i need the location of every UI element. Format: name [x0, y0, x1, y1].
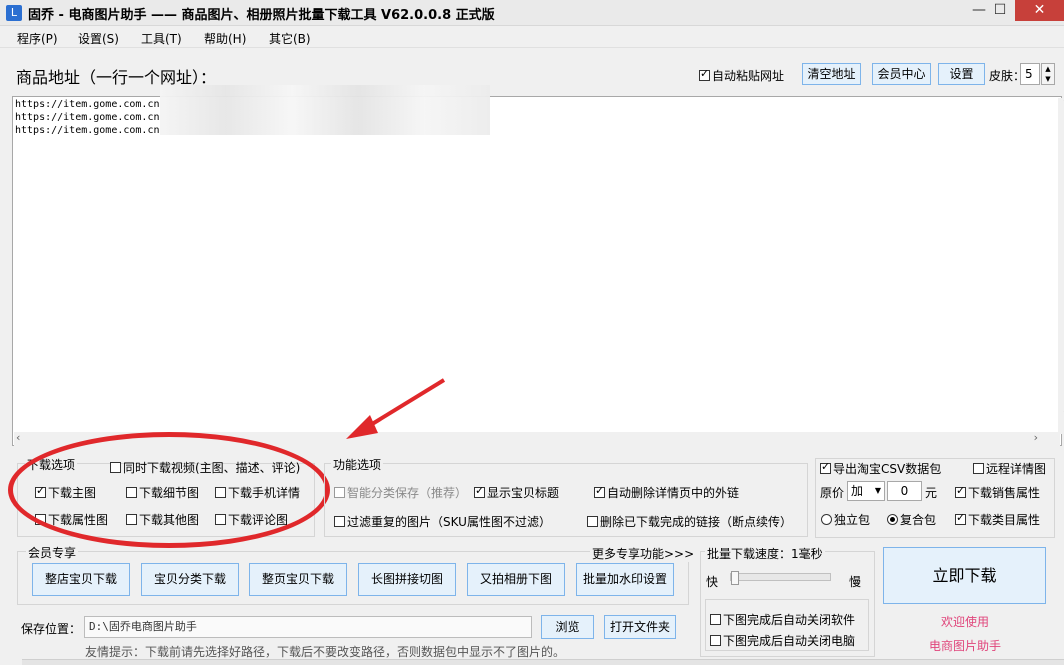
speed-slider[interactable]	[730, 571, 831, 585]
category-download-button[interactable]: 宝贝分类下载	[141, 563, 239, 596]
member-title: 会员专享	[26, 544, 79, 561]
download-now-button[interactable]: 立即下载	[883, 547, 1046, 604]
price-label: 原价	[820, 486, 845, 500]
window-title: 固乔 - 电商图片助手 —— 商品图片、相册照片批量下载工具 V62.0.0.8…	[28, 8, 495, 23]
check-icon	[820, 460, 831, 474]
member-center-button[interactable]: 会员中心	[872, 63, 931, 85]
browse-button[interactable]: 浏览	[541, 615, 594, 639]
smart-save-checkbox[interactable]: 智能分类保存（推荐）	[334, 484, 467, 501]
url-line: https://item.gome.com.cn	[15, 112, 160, 123]
scroll-down-icon[interactable]: ⌄	[1058, 405, 1064, 416]
menu-bar: 程序(P) 设置(S) 工具(T) 帮助(H) 其它(B)	[0, 27, 1064, 48]
spin-up-icon[interactable]: ▲	[1042, 64, 1054, 74]
price-value-input[interactable]: 0	[887, 481, 922, 501]
title-bar: L 固乔 - 电商图片助手 —— 商品图片、相册照片批量下载工具 V62.0.0…	[0, 0, 1064, 26]
auto-delete-links-checkbox[interactable]: 自动删除详情页中的外链	[594, 484, 739, 501]
menu-help[interactable]: 帮助(H)	[204, 30, 246, 47]
menu-program[interactable]: 程序(P)	[17, 30, 58, 47]
check-icon	[594, 484, 605, 498]
welcome-text: 欢迎使用	[941, 615, 990, 629]
check-icon	[699, 67, 710, 81]
shop-download-button[interactable]: 整店宝贝下载	[32, 563, 130, 596]
settings-button[interactable]: 设置	[938, 63, 985, 85]
save-path-input[interactable]: D:\固乔电商图片助手	[84, 616, 532, 638]
auto-close-app-checkbox[interactable]: 下图完成后自动关闭软件	[710, 611, 855, 628]
scroll-up-icon[interactable]: ⌃	[1058, 98, 1064, 109]
speed-label: 批量下载速度：1毫秒	[705, 545, 825, 562]
arrow-shaft	[362, 378, 446, 431]
maximize-button[interactable]: ☐	[983, 0, 1017, 22]
skin-value[interactable]: 5	[1020, 63, 1040, 85]
delete-done-links-checkbox[interactable]: 删除已下载完成的链接（断点续传）	[587, 513, 792, 530]
category-attr-checkbox[interactable]: 下载类目属性	[955, 511, 1040, 528]
redacted-url-area	[160, 85, 490, 135]
feature-options-title: 功能选项	[331, 456, 384, 473]
url-line: https://item.gome.com.cn	[15, 99, 160, 110]
long-image-button[interactable]: 长图拼接切图	[358, 563, 456, 596]
app-icon: L	[6, 5, 22, 21]
check-icon	[474, 484, 485, 498]
slider-thumb[interactable]	[731, 571, 739, 585]
price-op-select[interactable]: 加 ▼	[847, 481, 885, 501]
filter-duplicate-checkbox[interactable]: 过滤重复的图片（SKU属性图不过滤）	[334, 513, 551, 530]
show-title-checkbox[interactable]: 显示宝贝标题	[474, 484, 559, 501]
menu-other[interactable]: 其它(B)	[269, 30, 311, 47]
watermark-settings-button[interactable]: 批量加水印设置	[576, 563, 674, 596]
auto-shutdown-checkbox[interactable]: 下图完成后自动关闭电脑	[710, 632, 855, 649]
composite-radio[interactable]: 复合包	[887, 511, 936, 528]
price-unit: 元	[925, 486, 938, 500]
clear-urls-button[interactable]: 清空地址	[802, 63, 861, 85]
chevron-down-icon: ▼	[874, 486, 881, 495]
more-features-link[interactable]: 更多专享功能>>>	[590, 545, 697, 562]
sales-attr-checkbox[interactable]: 下载销售属性	[955, 484, 1040, 501]
spin-down-icon[interactable]: ▼	[1042, 74, 1054, 84]
arrow-head	[346, 415, 378, 439]
annotation-arrow	[346, 378, 446, 439]
speed-fast-label: 快	[706, 575, 719, 589]
menu-tools[interactable]: 工具(T)	[141, 30, 182, 47]
youpai-album-button[interactable]: 又拍相册下图	[467, 563, 565, 596]
app-name-text: 电商图片助手	[929, 639, 1002, 653]
status-bar	[22, 659, 1064, 665]
scroll-right-icon[interactable]: ›	[1034, 431, 1038, 444]
hint-text: 友情提示：下载前请先选择好路径，下载后不要改变路径，否则数据包中显示不了图片的。	[85, 645, 566, 659]
url-textarea[interactable]: https://item.gome.com.cn https://item.go…	[12, 96, 1064, 446]
speed-slow-label: 慢	[849, 575, 862, 589]
page-download-button[interactable]: 整页宝贝下载	[249, 563, 347, 596]
scroll-left-icon[interactable]: ‹	[16, 431, 20, 444]
skin-spinner[interactable]: ▲ ▼	[1041, 63, 1055, 85]
menu-settings[interactable]: 设置(S)	[78, 30, 119, 47]
close-button[interactable]: ✕	[1015, 0, 1064, 21]
export-csv-checkbox[interactable]: 导出淘宝CSV数据包	[820, 460, 942, 477]
url-line: https://item.gome.com.cn	[15, 125, 160, 136]
annotation-ellipse	[8, 432, 330, 548]
standalone-radio[interactable]: 独立包	[821, 511, 870, 528]
check-icon	[955, 511, 966, 525]
remote-detail-checkbox[interactable]: 远程详情图	[973, 460, 1047, 477]
vertical-scrollbar[interactable]: ⌃ ⌄	[1058, 98, 1064, 434]
check-icon	[955, 484, 966, 498]
auto-paste-checkbox[interactable]: 自动粘贴网址	[699, 67, 784, 84]
save-location-label: 保存位置：	[21, 622, 82, 636]
open-folder-button[interactable]: 打开文件夹	[604, 615, 676, 639]
